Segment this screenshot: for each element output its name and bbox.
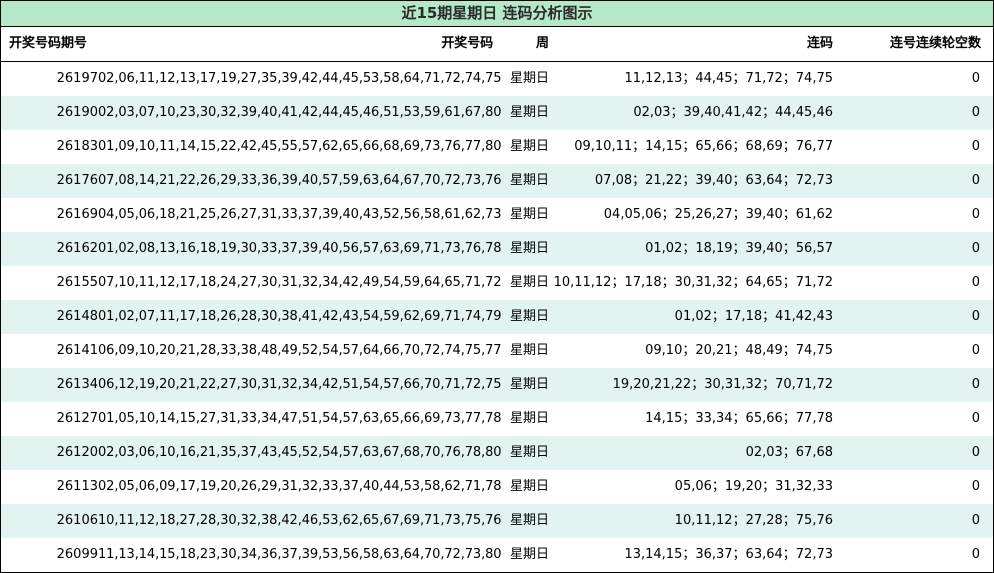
table-row: 26127 01,05,10,14,15,27,31,33,34,47,51,54… [1,402,993,436]
cell-issue: 26197 [56,71,98,86]
cell-numbers: 04,05,06,18,21,25,26,27,31,33,37,39,40,4… [98,207,502,222]
table-row: 26141 06,09,10,20,21,28,33,38,48,49,52,54… [1,334,993,368]
cell-lianma: 09,10,11；14,15；65,66；68,69；76,77 [574,139,833,154]
cell-lianma: 10,11,12；27,28；75,76 [674,513,833,528]
cell-gap: 0 [971,513,980,528]
table-row: 26099 11,13,14,15,18,23,30,34,36,37,39,53… [1,538,993,572]
cell-gap: 0 [971,309,980,324]
cell-lianma: 13,14,15；36,37；63,64；72,73 [624,547,833,562]
cell-issue: 26127 [56,411,98,426]
table-row: 26162 01,02,08,13,16,18,19,30,33,37,39,40… [1,232,993,266]
cell-gap: 0 [971,343,980,358]
table-row: 26176 07,08,14,21,22,26,29,33,36,39,40,57… [1,164,993,198]
cell-lianma: 01,02；18,19；39,40；56,57 [645,241,833,256]
cell-numbers: 11,13,14,15,18,23,30,34,36,37,39,53,56,5… [98,547,502,562]
cell-week: 星期日 [509,377,549,392]
cell-numbers: 01,02,07,11,17,18,26,28,30,38,41,42,43,5… [98,309,502,324]
cell-numbers: 02,03,06,10,16,21,35,37,43,45,52,54,57,6… [98,445,502,460]
cell-issue: 26141 [56,343,98,358]
cell-week: 星期日 [509,241,549,256]
table-row: 26148 01,02,07,11,17,18,26,28,30,38,41,42… [1,300,993,334]
cell-week: 星期日 [509,411,549,426]
table-row: 26106 10,11,12,18,27,28,30,32,38,42,46,53… [1,504,993,538]
cell-numbers: 07,10,11,12,17,18,24,27,30,31,32,34,42,4… [98,275,502,290]
cell-week: 星期日 [509,207,549,222]
header-numbers: 开奖号码 [441,36,493,51]
cell-gap: 0 [971,207,980,222]
cell-issue: 26162 [56,241,98,256]
cell-week: 星期日 [509,309,549,324]
cell-lianma: 11,12,13；44,45；71,72；74,75 [624,71,833,86]
cell-issue: 26190 [56,105,98,120]
table-row: 26155 07,10,11,12,17,18,24,27,30,31,32,34… [1,266,993,300]
cell-numbers: 02,06,11,12,13,17,19,27,35,39,42,44,45,5… [98,71,502,86]
table-row: 26190 02,03,07,10,23,30,32,39,40,41,42,44… [1,96,993,130]
cell-gap: 0 [971,105,980,120]
cell-week: 星期日 [509,343,549,358]
cell-numbers: 01,09,10,11,14,15,22,42,45,55,57,62,65,6… [98,139,502,154]
table-row: 26134 06,12,19,20,21,22,27,30,31,32,34,42… [1,368,993,402]
cell-lianma: 09,10；20,21；48,49；74,75 [645,343,833,358]
table-row: 26169 04,05,06,18,21,25,26,27,31,33,37,39… [1,198,993,232]
cell-numbers: 02,03,07,10,23,30,32,39,40,41,42,44,45,4… [98,105,502,120]
cell-issue: 26106 [56,513,98,528]
cell-week: 星期日 [509,513,549,528]
cell-issue: 26169 [56,207,98,222]
cell-issue: 26176 [56,173,98,188]
cell-issue: 26148 [56,309,98,324]
cell-issue: 26155 [56,275,98,290]
cell-gap: 0 [971,71,980,86]
cell-gap: 0 [971,275,980,290]
cell-gap: 0 [971,173,980,188]
cell-lianma: 02,03；67,68 [745,445,833,460]
cell-week: 星期日 [509,445,549,460]
table-row: 26197 02,06,11,12,13,17,19,27,35,39,42,44… [1,62,993,96]
table-row: 26113 02,05,06,09,17,19,20,26,29,31,32,33… [1,470,993,504]
lianma-analysis-table: 近15期星期日 连码分析图示 开奖号码期号 开奖号码 周 连码 连号连续轮空数 … [0,0,994,573]
cell-lianma: 14,15；33,34；65,66；77,78 [645,411,833,426]
cell-issue: 26120 [56,445,98,460]
cell-lianma: 04,05,06；25,26,27；39,40；61,62 [603,207,833,222]
cell-gap: 0 [971,377,980,392]
cell-week: 星期日 [509,479,549,494]
table-title: 近15期星期日 连码分析图示 [1,1,993,27]
cell-issue: 26113 [56,479,98,494]
cell-issue: 26099 [56,547,98,562]
cell-lianma: 19,20,21,22；30,31,32；70,71,72 [612,377,833,392]
header-gap: 连号连续轮空数 [889,36,981,51]
cell-numbers: 06,09,10,20,21,28,33,38,48,49,52,54,57,6… [98,343,502,358]
table-body: 26197 02,06,11,12,13,17,19,27,35,39,42,44… [1,62,993,572]
header-week: 周 [535,36,549,51]
header-issue: 开奖号码期号 [9,36,88,51]
cell-numbers: 06,12,19,20,21,22,27,30,31,32,34,42,51,5… [98,377,502,392]
cell-week: 星期日 [509,275,549,290]
cell-gap: 0 [971,479,980,494]
cell-lianma: 01,02；17,18；41,42,43 [674,309,833,324]
table-header-row: 开奖号码期号 开奖号码 周 连码 连号连续轮空数 [1,27,993,62]
cell-week: 星期日 [509,71,549,86]
cell-numbers: 02,05,06,09,17,19,20,26,29,31,32,33,37,4… [98,479,502,494]
cell-issue: 26134 [56,377,98,392]
table-row: 26183 01,09,10,11,14,15,22,42,45,55,57,62… [1,130,993,164]
cell-gap: 0 [971,139,980,154]
header-lianma: 连码 [806,36,833,51]
cell-numbers: 01,02,08,13,16,18,19,30,33,37,39,40,56,5… [98,241,502,256]
cell-gap: 0 [971,445,980,460]
cell-lianma: 05,06；19,20；31,32,33 [674,479,833,494]
cell-numbers: 01,05,10,14,15,27,31,33,34,47,51,54,57,6… [98,411,502,426]
cell-week: 星期日 [509,173,549,188]
cell-gap: 0 [971,411,980,426]
cell-issue: 26183 [56,139,98,154]
cell-gap: 0 [971,241,980,256]
cell-week: 星期日 [509,547,549,562]
cell-week: 星期日 [509,105,549,120]
cell-lianma: 02,03；39,40,41,42；44,45,46 [633,105,833,120]
cell-gap: 0 [971,547,980,562]
cell-numbers: 10,11,12,18,27,28,30,32,38,42,46,53,62,6… [98,513,502,528]
cell-lianma: 07,08；21,22；39,40；63,64；72,73 [594,173,833,188]
table-row: 26120 02,03,06,10,16,21,35,37,43,45,52,54… [1,436,993,470]
cell-lianma: 10,11,12；17,18；30,31,32；64,65；71,72 [553,275,833,290]
cell-numbers: 07,08,14,21,22,26,29,33,36,39,40,57,59,6… [98,173,502,188]
cell-week: 星期日 [509,139,549,154]
